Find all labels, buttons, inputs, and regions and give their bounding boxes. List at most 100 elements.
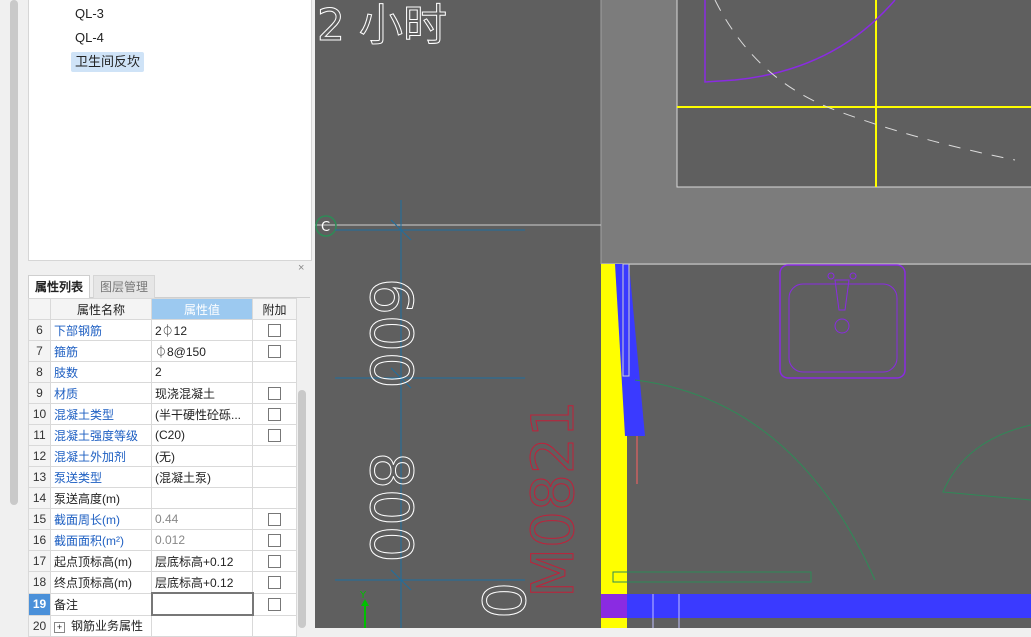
property-row[interactable]: 11 混凝土强度等级 (C20) [28, 424, 297, 446]
row-number: 6 [28, 319, 51, 341]
property-row[interactable]: 18 终点顶标高(m) 层底标高+0.12 [28, 571, 297, 594]
property-name: 混凝土类型 [50, 403, 152, 425]
extra-checkbox[interactable] [268, 324, 281, 338]
extra-cell [252, 487, 297, 509]
property-row[interactable]: 20 + 钢筋业务属性 [28, 614, 297, 637]
property-name: 起点顶标高(m) [50, 550, 152, 572]
extra-checkbox[interactable] [268, 555, 281, 569]
extra-checkbox[interactable] [268, 598, 282, 612]
property-value[interactable]: 层底标高+0.12 [151, 550, 253, 572]
row-number: 9 [28, 382, 51, 404]
left-scrollbar[interactable] [10, 0, 18, 505]
property-value[interactable] [151, 614, 253, 637]
property-name: 泵送高度(m) [50, 487, 152, 509]
extra-checkbox[interactable] [268, 429, 281, 443]
property-name: 混凝土外加剂 [50, 445, 152, 467]
property-value[interactable]: (C20) [151, 424, 253, 446]
header-row-number [28, 298, 51, 320]
tab-property-list[interactable]: 属性列表 [28, 275, 91, 298]
left-panel: QL-3 QL-4 卫生间反坎 × 属性列表 图层管理 属性名称 属性值 附加 … [0, 0, 315, 637]
row-number: 12 [28, 445, 51, 467]
property-row[interactable]: 14 泵送高度(m) [28, 487, 297, 509]
axis-marker-label: C [321, 220, 330, 235]
extra-checkbox[interactable] [268, 408, 281, 422]
blue-beam [601, 594, 1031, 618]
property-value[interactable]: 0.44 [151, 508, 253, 530]
extra-checkbox[interactable] [268, 534, 281, 548]
property-row[interactable]: 17 起点顶标高(m) 层底标高+0.12 [28, 550, 297, 572]
extra-cell [252, 340, 297, 362]
row-number: 20 [28, 614, 51, 637]
row-number: 10 [28, 403, 51, 425]
dimension-text-600: 600 [357, 278, 425, 389]
property-value[interactable]: (混凝土泵) [151, 466, 253, 488]
property-value[interactable]: 层底标高+0.12 [151, 571, 253, 594]
property-grid: 属性名称 属性值 附加 6 下部钢筋 2⏀12 7 箍筋 ⏀8@150 8 肢数 2 9 材质 现浇混… [28, 298, 297, 637]
header-property-name: 属性名称 [50, 298, 152, 320]
property-name: 下部钢筋 [50, 319, 152, 341]
tree-item-ql-3[interactable]: QL-3 [71, 4, 108, 24]
property-row[interactable]: 15 截面周长(m) 0.44 [28, 508, 297, 530]
extra-cell [252, 361, 297, 383]
extra-cell [252, 550, 297, 572]
row-number: 16 [28, 529, 51, 551]
row-number: 8 [28, 361, 51, 383]
property-row[interactable]: 6 下部钢筋 2⏀12 [28, 319, 297, 341]
property-value[interactable]: ⏀8@150 [151, 340, 253, 362]
property-name: 终点顶标高(m) [50, 571, 152, 594]
component-tree: QL-3 QL-4 卫生间反坎 [28, 0, 312, 261]
property-value-input[interactable] [150, 592, 254, 616]
extra-cell [252, 445, 297, 467]
property-value[interactable]: 现浇混凝土 [151, 382, 253, 404]
extra-checkbox[interactable] [268, 345, 281, 359]
header-property-value: 属性值 [151, 298, 253, 320]
extra-cell [252, 403, 297, 425]
property-row[interactable]: 9 材质 现浇混凝土 [28, 382, 297, 404]
header-extra: 附加 [252, 298, 297, 320]
dimension-text-800: 800 [357, 452, 425, 563]
cad-drawing-canvas[interactable]: C 600 800 0 M0821 2 小时 Y [315, 0, 1031, 628]
tab-layer-management[interactable]: 图层管理 [93, 275, 156, 298]
extra-checkbox[interactable] [268, 513, 281, 527]
extra-cell [252, 508, 297, 530]
extra-cell [252, 571, 297, 594]
property-value[interactable]: (无) [151, 445, 253, 467]
property-value[interactable]: (半干硬性砼砾... [151, 403, 253, 425]
row-number: 7 [28, 340, 51, 362]
extra-checkbox[interactable] [268, 387, 281, 401]
row-number: 13 [28, 466, 51, 488]
top-note-text: 2 小时 [317, 0, 447, 51]
property-name: 备注 [50, 592, 152, 616]
property-row[interactable]: 8 肢数 2 [28, 361, 297, 383]
y-axis-label: Y [359, 590, 367, 601]
extra-cell [252, 319, 297, 341]
property-row[interactable]: 12 混凝土外加剂 (无) [28, 445, 297, 467]
extra-cell [252, 592, 297, 616]
property-name: 泵送类型 [50, 466, 152, 488]
property-row[interactable]: 13 泵送类型 (混凝土泵) [28, 466, 297, 488]
row-number: 15 [28, 508, 51, 530]
property-name: 截面周长(m) [50, 508, 152, 530]
property-name: 混凝土强度等级 [50, 424, 152, 446]
property-name-label: 钢筋业务属性 [71, 619, 144, 634]
door-label: M0821 [519, 400, 587, 598]
row-number: 11 [28, 424, 51, 446]
tree-item-ql-4[interactable]: QL-4 [71, 28, 108, 48]
property-row[interactable]: 7 箍筋 ⏀8@150 [28, 340, 297, 362]
close-icon[interactable]: × [298, 262, 304, 274]
row-number: 19 [28, 592, 51, 616]
tree-item-bathroom-curb[interactable]: 卫生间反坎 [71, 52, 145, 72]
property-value[interactable]: 2⏀12 [151, 319, 253, 341]
property-row[interactable]: 19 备注 [28, 592, 297, 616]
property-value[interactable]: 2 [151, 361, 253, 383]
property-value[interactable] [151, 487, 253, 509]
property-row[interactable]: 16 截面面积(m²) 0.012 [28, 529, 297, 551]
property-name: + 钢筋业务属性 [50, 614, 152, 637]
property-value[interactable]: 0.012 [151, 529, 253, 551]
grid-scrollbar[interactable] [298, 390, 306, 628]
property-name: 箍筋 [50, 340, 152, 362]
extra-checkbox[interactable] [268, 576, 281, 590]
property-row[interactable]: 10 混凝土类型 (半干硬性砼砾... [28, 403, 297, 425]
extra-cell [252, 424, 297, 446]
row-number: 14 [28, 487, 51, 509]
